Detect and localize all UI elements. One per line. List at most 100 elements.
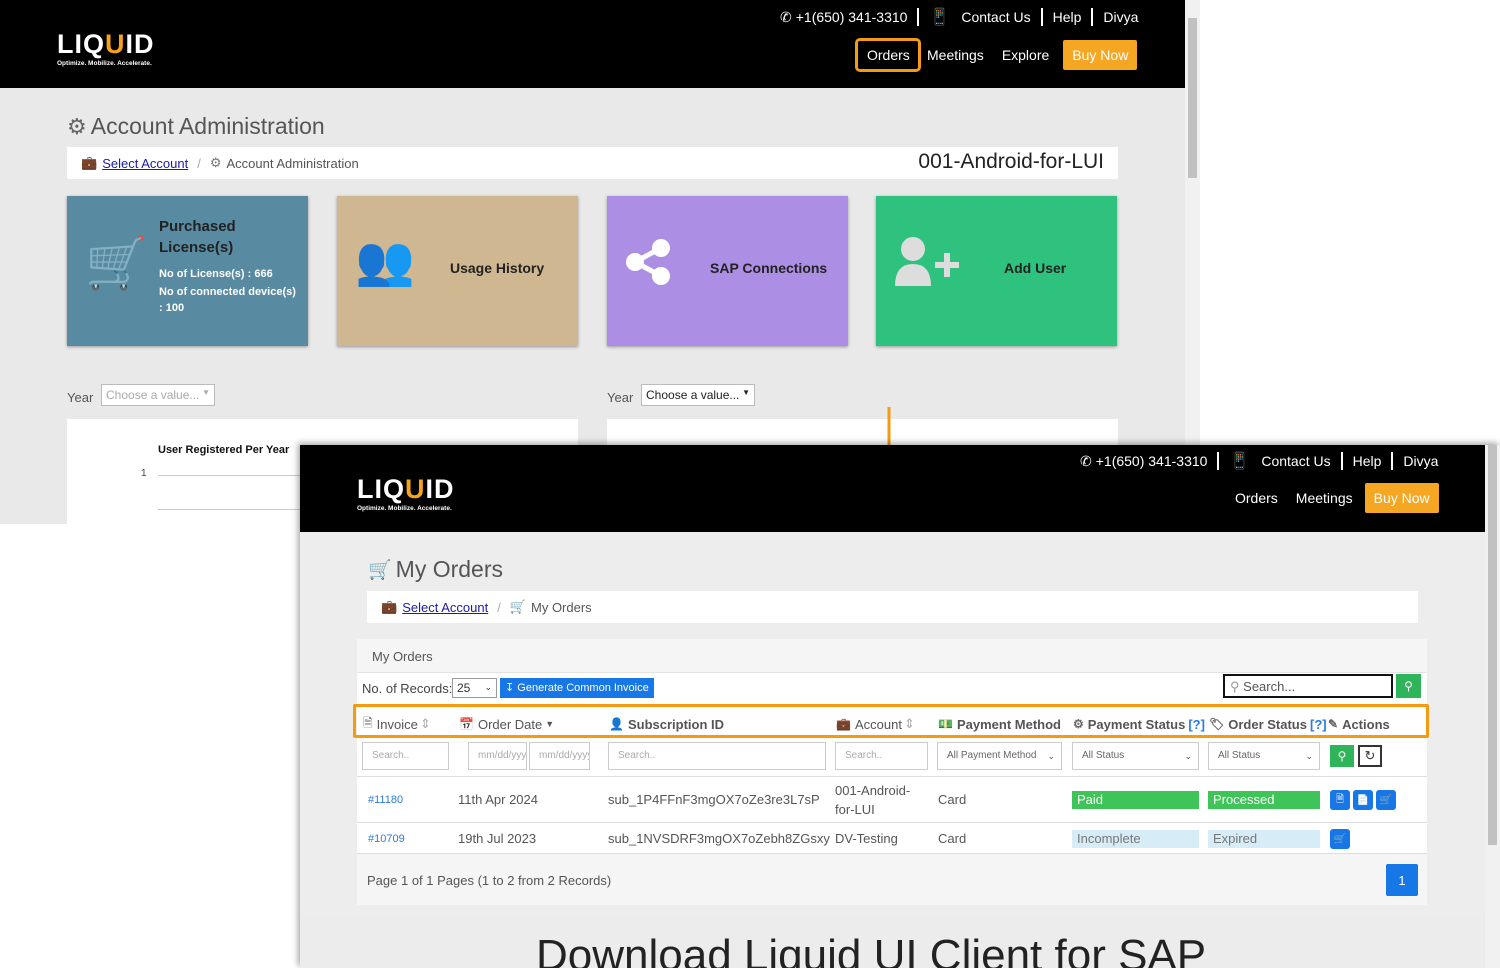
phone-number[interactable]: +1(650) 341-3310 [796, 9, 908, 25]
scrollbar-thumb[interactable] [1488, 445, 1497, 845]
user-plus-icon [895, 237, 959, 286]
subscription-filter[interactable]: Search.. [608, 742, 826, 770]
buy-now-button[interactable]: Buy Now [1063, 40, 1138, 70]
chevron-down-icon: ⌄ [1305, 751, 1313, 761]
contact-us-link[interactable]: Contact Us [1261, 453, 1330, 469]
year-label-right: Year [607, 390, 634, 405]
date-to-filter[interactable]: mm/dd/yyyy [529, 742, 590, 770]
nav-meetings[interactable]: Meetings [1287, 484, 1362, 512]
generate-invoice-button[interactable]: ↧ Generate Common Invoice [500, 678, 654, 698]
usage-history-card[interactable]: 👥 Usage History [337, 196, 578, 346]
year-select-left[interactable]: Choose a value... ▼ [101, 384, 215, 406]
top-header: LIQUID Optimize. Mobilize. Accelerate. ✆… [0, 0, 1185, 88]
pagination-summary: Page 1 of 1 Pages (1 to 2 from 2 Records… [367, 873, 612, 888]
breadcrumb-current: My Orders [531, 599, 592, 615]
document-icon: 📄 [1356, 794, 1370, 806]
page-1-button[interactable]: 1 [1386, 864, 1418, 896]
phone-number[interactable]: +1(650) 341-3310 [1096, 453, 1208, 469]
search-input[interactable]: ⚲ Search... [1223, 674, 1393, 698]
cart-action-button[interactable]: 🛒 [1330, 829, 1350, 849]
top-header: LIQUID Optimize. Mobilize. Accelerate. ✆… [300, 445, 1500, 532]
cart-icon: 🛒 [1379, 794, 1393, 806]
nav-explore[interactable]: Explore [993, 41, 1058, 69]
buy-now-button[interactable]: Buy Now [1364, 483, 1439, 513]
search-button[interactable]: ⚲ [1396, 674, 1421, 698]
briefcase-icon: 💼 [381, 599, 398, 614]
order-status-filter[interactable]: All Status ⌄ [1208, 742, 1320, 770]
invoice-filter[interactable]: Search.. [362, 742, 449, 770]
select-account-link[interactable]: Select Account [102, 156, 188, 171]
mobile-device-icon: 📱 [929, 9, 950, 26]
briefcase-icon: 💼 [836, 717, 851, 731]
order-date: 11th Apr 2024 [458, 792, 538, 807]
user-menu[interactable]: Divya [1403, 453, 1438, 469]
liquid-logo[interactable]: LIQUID Optimize. Mobilize. Accelerate. [357, 476, 455, 513]
right-chart-panel [607, 419, 1118, 445]
liquid-logo[interactable]: LIQUID Optimize. Mobilize. Accelerate. [57, 31, 155, 68]
users-icon: 👥 [355, 235, 415, 288]
invoice-link[interactable]: #10709 [368, 833, 405, 845]
col-account[interactable]: 💼 Account ⇕ [836, 707, 915, 741]
cart-action-button[interactable]: 🛒 [1376, 790, 1396, 810]
document-action-button[interactable]: 📄 [1353, 790, 1373, 810]
licenses-card-title: Purchased License(s) [159, 218, 236, 256]
account-filter[interactable]: Search.. [835, 742, 928, 770]
purchased-licenses-card[interactable]: 🛒 Purchased License(s) No of License(s) … [67, 196, 308, 346]
sort-icon: ⇕ [903, 716, 915, 731]
records-label: No. of Records: [362, 681, 453, 696]
cart-icon: 🛒 [1333, 833, 1347, 845]
sort-icon: ⇕ [419, 716, 431, 731]
scrollbar[interactable] [1485, 445, 1500, 968]
nav-meetings[interactable]: Meetings [918, 41, 993, 69]
reset-filters-button[interactable]: ↻ [1358, 745, 1382, 767]
breadcrumb-current: Account Administration [226, 155, 359, 171]
help-link[interactable]: Help [1053, 9, 1082, 25]
contact-us-link[interactable]: Contact Us [961, 9, 1030, 25]
subscription-id: sub_1P4FFnF3mgOX7oZe3re3L7sP [608, 792, 820, 807]
gears-icon: ⚙ [209, 155, 222, 170]
status-badge: Paid [1072, 791, 1199, 809]
account-line-2: for-LUI [835, 802, 875, 817]
chevron-down-icon: ⌄ [1184, 751, 1192, 761]
table-row: #11180 11th Apr 2024 sub_1P4FFnF3mgOX7oZ… [357, 777, 1427, 822]
scrollbar-thumb[interactable] [1188, 18, 1197, 178]
col-invoice[interactable]: 🗎 Invoice ⇕ [363, 707, 431, 741]
calendar-icon: 📅 [459, 717, 474, 731]
payment-status-filter[interactable]: All Status ⌄ [1072, 742, 1199, 770]
file-icon: 🗎 [363, 715, 373, 730]
scrollbar[interactable] [1185, 0, 1200, 445]
records-select[interactable]: 25 ⌄ [452, 678, 497, 698]
sap-connections-card[interactable]: SAP Connections [607, 196, 848, 346]
table-footer: Page 1 of 1 Pages (1 to 2 from 2 Records… [357, 853, 1427, 905]
help-link[interactable]: Help [1353, 453, 1382, 469]
payment-status-help[interactable]: [?] [1188, 717, 1205, 732]
nav-orders[interactable]: Orders [855, 38, 921, 72]
col-order-date[interactable]: 📅 Order Date ▼ [459, 707, 554, 741]
invoice-link[interactable]: #11180 [368, 794, 403, 806]
invoice-action-button[interactable]: 🗎 [1330, 790, 1350, 810]
download-heading: Download Liquid UI Client for SAP [536, 931, 1207, 968]
account-line-1: DV-Testing [835, 831, 898, 846]
status-badge: Processed [1208, 791, 1320, 809]
mobile-device-icon: 📱 [1229, 453, 1250, 470]
phone-icon: ✆ [1080, 452, 1092, 469]
user-plus-icon: 👤 [609, 717, 624, 731]
date-from-filter[interactable]: mm/dd/yyyy [468, 742, 527, 770]
user-menu[interactable]: Divya [1103, 9, 1138, 25]
nav-orders[interactable]: Orders [1226, 484, 1287, 512]
gears-icon: ⚙ [1073, 717, 1084, 731]
breadcrumb: 💼 Select Account / ⚙ Account Administrat… [67, 147, 1118, 179]
tag-icon: 🏷 [1209, 717, 1225, 731]
filter-search-button[interactable]: ⚲ [1330, 745, 1354, 767]
payment-method-filter[interactable]: All Payment Method ⌄ [937, 742, 1062, 770]
gears-icon: ⚙ [67, 113, 87, 139]
main-nav: Orders Meetings Explore Buy Now [855, 38, 1138, 72]
money-icon: 💵 [938, 717, 953, 731]
year-select-right[interactable]: Choose a value... ▼ [641, 384, 755, 406]
top-links: ✆ +1(650) 341-3310 📱 Contact Us Help Div… [780, 7, 1138, 27]
select-account-link[interactable]: Select Account [402, 600, 488, 615]
order-status-help[interactable]: [?] [1310, 717, 1327, 732]
search-icon: ⚲ [1404, 679, 1413, 693]
add-user-card[interactable]: Add User [876, 196, 1117, 346]
phone-icon: ✆ [780, 8, 792, 25]
